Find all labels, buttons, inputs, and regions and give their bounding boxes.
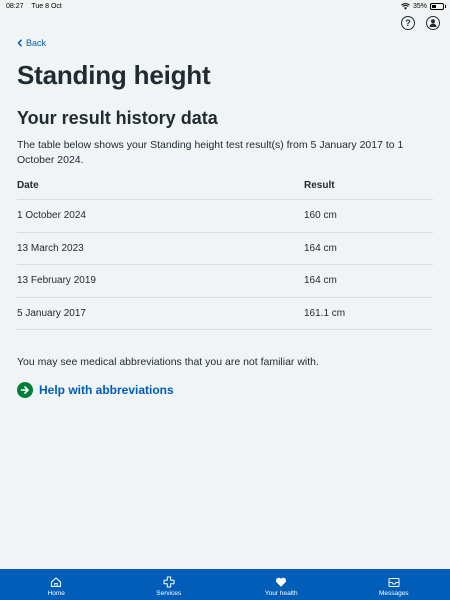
messages-icon (388, 577, 400, 587)
tab-messages[interactable]: Messages (338, 569, 450, 600)
status-right: 35% (401, 2, 446, 10)
help-icon[interactable]: ? (401, 16, 415, 30)
chevron-left-icon (17, 39, 23, 47)
arrow-glyph (20, 386, 29, 394)
row-date: 1 October 2024 (17, 210, 86, 222)
help-link-label[interactable]: Help with abbreviations (39, 383, 174, 397)
table-row: 5 January 2017 161.1 cm (17, 298, 433, 330)
row-result: 164 cm (304, 242, 337, 254)
tab-label[interactable]: Services (156, 590, 181, 597)
battery-percent: 35% (412, 2, 427, 10)
help-abbreviations-link[interactable]: Help with abbreviations (17, 382, 174, 398)
home-icon (51, 576, 62, 587)
battery-icon (430, 2, 446, 10)
status-date: Tue 8 Oct (31, 2, 62, 10)
row-date: 13 March 2023 (17, 242, 84, 254)
tab-home[interactable]: Home (0, 569, 113, 600)
row-result: 161.1 cm (304, 307, 346, 319)
results-table: Date Result 1 October 2024 160 cm 13 Mar… (17, 172, 433, 330)
row-date: 5 January 2017 (17, 307, 86, 319)
tab-label[interactable]: Messages (379, 590, 409, 597)
services-icon (163, 576, 175, 587)
header-icons: ? (401, 16, 440, 30)
tab-label[interactable]: Your health (265, 590, 298, 597)
tab-label[interactable]: Home (48, 590, 65, 597)
status-bar: 08:27 Tue 8 Oct 35% (0, 0, 450, 12)
bottom-tab-bar: Home Services Your health Messages (0, 569, 450, 600)
tab-services[interactable]: Services (113, 569, 226, 600)
wifi-icon (401, 2, 410, 10)
table-row: 13 March 2023 164 cm (17, 233, 433, 265)
abbreviations-note: You may see medical abbreviations that y… (17, 356, 319, 368)
header-date: Date (17, 180, 39, 191)
table-header: Date Result (17, 172, 433, 200)
row-date: 13 February 2019 (17, 275, 96, 287)
status-left: 08:27 Tue 8 Oct (6, 3, 68, 10)
tab-your-health[interactable]: Your health (225, 569, 338, 600)
status-time: 08:27 (6, 2, 24, 10)
arrow-right-circle-icon (17, 382, 33, 398)
page-title: Standing height (17, 60, 211, 90)
table-row: 1 October 2024 160 cm (17, 200, 433, 233)
heart-icon (276, 577, 287, 587)
battery-fill (432, 4, 436, 8)
header-result: Result (304, 180, 335, 191)
intro-text: The table below shows your Standing heig… (17, 139, 404, 166)
person-glyph (429, 19, 437, 27)
section-title: Your result history data (17, 108, 218, 128)
row-result: 164 cm (304, 275, 337, 287)
account-icon[interactable] (426, 16, 440, 30)
back-label[interactable]: Back (26, 38, 46, 48)
back-link[interactable]: Back (17, 38, 46, 48)
row-result: 160 cm (304, 210, 337, 222)
table-row: 13 February 2019 164 cm (17, 265, 433, 298)
